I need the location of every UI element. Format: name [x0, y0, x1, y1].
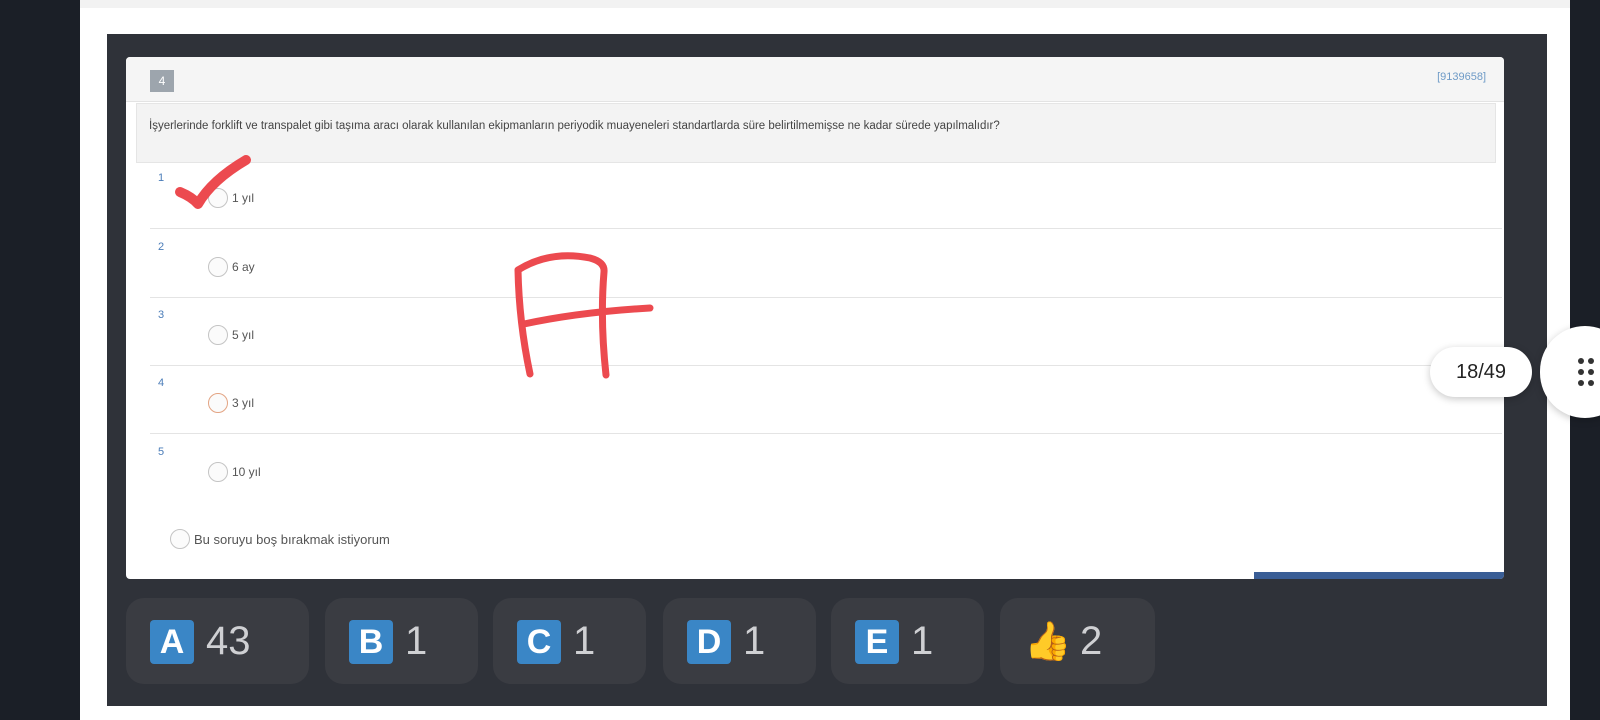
question-id: [9139658] — [1437, 71, 1486, 83]
vote-count: 1 — [743, 619, 766, 663]
option-row[interactable]: 1 1 yıl — [150, 160, 1502, 229]
option-label: 10 yıl — [232, 465, 261, 479]
vote-count: 43 — [206, 619, 251, 663]
option-label: 6 ay — [232, 260, 255, 274]
vote-letter: D — [687, 620, 731, 664]
option-number: 4 — [158, 377, 165, 389]
vote-option-a[interactable]: A 43 — [126, 598, 309, 684]
vote-letter: E — [855, 620, 899, 664]
option-row[interactable]: 2 6 ay — [150, 229, 1502, 298]
option-row[interactable]: 5 10 yıl — [150, 434, 1502, 503]
quiz-screenshot: 4 [9139658] İşyerlerinde forklift ve tra… — [126, 57, 1504, 579]
skip-label: Bu soruyu boş bırakmak istiyorum — [194, 532, 390, 547]
drag-dots-icon — [1578, 358, 1594, 386]
option-row[interactable]: 3 5 yıl — [150, 297, 1502, 366]
vote-count: 2 — [1080, 619, 1103, 663]
skip-question-option[interactable]: Bu soruyu boş bırakmak istiyorum — [170, 525, 670, 555]
skip-radio[interactable] — [170, 529, 190, 549]
thumbs-up-icon: 👍 — [1024, 621, 1072, 663]
option-label: 1 yıl — [232, 191, 255, 205]
option-radio[interactable] — [208, 393, 228, 413]
vote-count: 1 — [573, 619, 596, 663]
vote-letter: B — [349, 620, 393, 664]
option-number: 1 — [158, 172, 165, 184]
vote-option-d[interactable]: D 1 — [663, 598, 816, 684]
vote-option-e[interactable]: E 1 — [831, 598, 984, 684]
option-label: 3 yıl — [232, 396, 255, 410]
vote-letter: A — [150, 620, 194, 664]
submit-button-edge — [1254, 572, 1504, 579]
option-row[interactable]: 4 3 yıl — [150, 365, 1502, 434]
vote-option-c[interactable]: C 1 — [493, 598, 646, 684]
page-counter: 18/49 — [1430, 347, 1532, 397]
option-number: 2 — [158, 241, 165, 253]
vote-thumbs-up[interactable]: 👍 2 — [1000, 598, 1155, 684]
option-number: 5 — [158, 446, 165, 458]
vote-count: 1 — [405, 619, 428, 663]
option-number: 3 — [158, 309, 165, 321]
question-number-badge: 4 — [150, 70, 174, 92]
option-radio[interactable] — [208, 257, 228, 277]
vote-option-b[interactable]: B 1 — [325, 598, 478, 684]
option-radio[interactable] — [208, 325, 228, 345]
question-text: İşyerlerinde forklift ve transpalet gibi… — [136, 103, 1496, 163]
option-radio[interactable] — [208, 462, 228, 482]
question-header: 4 [9139658] — [126, 57, 1504, 102]
page-top-strip — [80, 0, 1570, 8]
vote-count: 1 — [911, 619, 934, 663]
option-radio[interactable] — [208, 188, 228, 208]
vote-letter: C — [517, 620, 561, 664]
option-label: 5 yıl — [232, 328, 255, 342]
